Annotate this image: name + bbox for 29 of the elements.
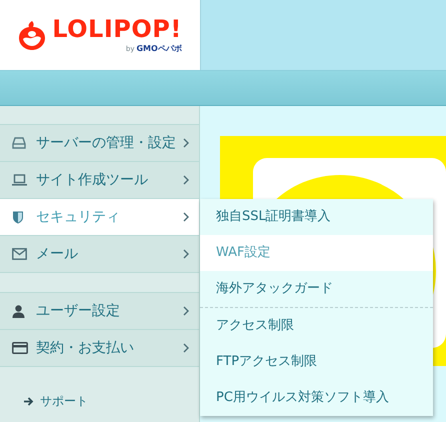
chevron-right-icon	[183, 249, 189, 259]
chevron-right-icon	[183, 212, 189, 222]
envelope-icon	[12, 248, 27, 260]
submenu-item[interactable]: FTPアクセス制限	[200, 344, 433, 380]
chevron-right-icon	[183, 175, 189, 185]
logo-brand: GMOペパボ	[136, 42, 182, 54]
submenu-item[interactable]: PC用ウイルス対策ソフト導入	[200, 380, 433, 416]
submenu-item[interactable]: 独自SSL証明書導入	[200, 199, 433, 235]
arrow-right-icon	[24, 397, 34, 406]
chevron-right-icon	[183, 306, 189, 316]
support-link[interactable]: サポート	[40, 393, 88, 410]
shield-icon	[12, 210, 24, 224]
sidebar-item[interactable]: セキュリティ	[0, 199, 199, 236]
chevron-right-icon	[183, 138, 189, 148]
submenu-item[interactable]: 海外アタックガード	[200, 271, 433, 307]
sidebar-item[interactable]: ユーザー設定	[0, 293, 199, 330]
sidebar-item[interactable]: メール	[0, 236, 199, 273]
logo-mascot-icon	[18, 19, 46, 51]
credit-card-icon	[12, 342, 28, 354]
logo-wordmark: LOLIPOP!	[52, 16, 182, 40]
submenu-item[interactable]: アクセス制限	[200, 308, 433, 344]
sidebar-item[interactable]: サイト作成ツール	[0, 162, 199, 199]
drive-icon	[12, 137, 26, 149]
user-icon	[12, 304, 25, 318]
sidebar-item[interactable]: 契約・お支払い	[0, 330, 199, 367]
sidebar-item[interactable]: サーバーの管理・設定	[0, 125, 199, 162]
laptop-icon	[12, 174, 27, 186]
chevron-right-icon	[183, 343, 189, 353]
submenu-item[interactable]: WAF設定	[200, 235, 433, 271]
